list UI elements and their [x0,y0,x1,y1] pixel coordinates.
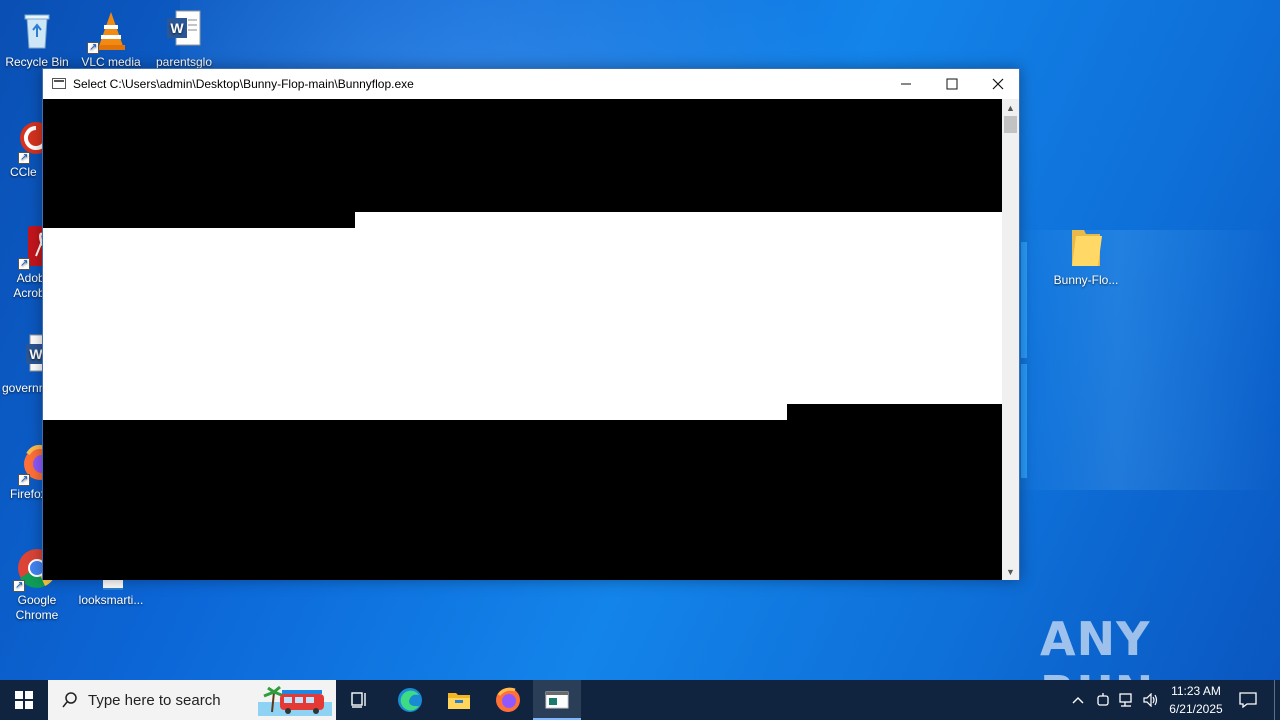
console-icon [52,78,66,89]
recycle-bin-icon [15,8,59,52]
window-title: Select C:\Users\admin\Desktop\Bunny-Flop… [73,77,414,91]
search-highlight-illustration-icon [258,685,332,716]
taskbar-file-explorer[interactable] [435,680,483,720]
desktop-icon-recycle-bin[interactable]: Recycle Bin [1,8,73,70]
console-window[interactable]: Select C:\Users\admin\Desktop\Bunny-Flop… [42,68,1020,580]
desktop-icon-bunny-flop-folder[interactable]: Bunny-Flo... [1050,226,1122,288]
desktop-icon-label: governm [2,381,46,395]
console-output-area[interactable] [43,99,1003,580]
console-selection-block [43,228,1003,404]
file-explorer-icon [448,693,470,709]
scroll-thumb[interactable] [1004,116,1017,133]
show-desktop-button[interactable] [1274,680,1280,720]
desktop-icon-parentsglo[interactable]: W parentsglo [148,8,220,70]
minimize-button[interactable] [883,69,929,99]
console-icon [545,691,569,709]
task-view-icon [351,692,366,708]
show-hidden-icons-button[interactable] [1068,680,1088,720]
tray-network-button[interactable] [1116,680,1138,720]
search-placeholder: Type here to search [88,692,221,709]
desktop-icon-vlc[interactable]: VLC media [75,8,147,70]
taskbar-search-box[interactable]: Type here to search [48,680,336,720]
desktop-icon-label: CCleaner [10,165,36,179]
firefox-icon [496,687,520,712]
console-selection-block [355,212,1003,228]
volume-icon [1143,693,1158,707]
taskbar: Type here to search 11:23 AM 6/21/2025 [0,680,1280,720]
wallpaper-strip [1021,364,1027,478]
word-document-icon: W [162,8,206,52]
wallpaper-strip [1021,242,1027,358]
windows-logo-icon [15,691,33,709]
search-icon [62,692,77,708]
taskbar-edge[interactable] [386,680,434,720]
taskbar-firefox[interactable] [484,680,532,720]
tray-volume-button[interactable] [1140,680,1162,720]
chevron-up-icon [1072,697,1084,704]
shortcut-arrow-icon [18,256,30,271]
svg-text:W: W [170,20,184,36]
minimize-icon [901,83,911,85]
scroll-down-arrow[interactable]: ▼ [1002,563,1019,580]
console-scrollbar[interactable]: ▲ ▼ [1002,99,1019,580]
maximize-icon [946,78,958,90]
console-selection-block [43,404,787,420]
notification-icon [1239,692,1257,708]
maximize-button[interactable] [929,69,975,99]
desktop-icon-label: looksmarti... [78,593,144,607]
network-icon [1119,693,1132,707]
taskbar-console-active[interactable] [533,680,581,720]
shortcut-arrow-icon [18,150,30,165]
start-button[interactable] [0,680,48,720]
scroll-up-arrow[interactable]: ▲ [1002,99,1019,116]
desktop-icon-label: Bunny-Flo... [1053,273,1119,287]
close-button[interactable] [975,69,1021,99]
shortcut-arrow-icon [87,40,99,55]
edge-icon [398,688,422,712]
tray-device-button[interactable] [1092,680,1114,720]
clock-time[interactable]: 11:23 AM [1164,684,1228,698]
shortcut-arrow-icon [13,578,25,593]
vlc-icon [87,8,133,55]
window-titlebar[interactable]: Select C:\Users\admin\Desktop\Bunny-Flop… [43,69,1019,99]
device-icon [1097,693,1109,706]
desktop-icon-label: Google Chrome [15,593,59,622]
shortcut-arrow-icon [18,472,30,487]
desktop-icon-label: Firefox [10,487,46,501]
task-view-button[interactable] [336,680,384,720]
action-center-button[interactable] [1234,680,1262,720]
folder-icon [1064,226,1108,270]
clock-date[interactable]: 6/21/2025 [1164,702,1228,716]
close-icon [992,78,1004,90]
